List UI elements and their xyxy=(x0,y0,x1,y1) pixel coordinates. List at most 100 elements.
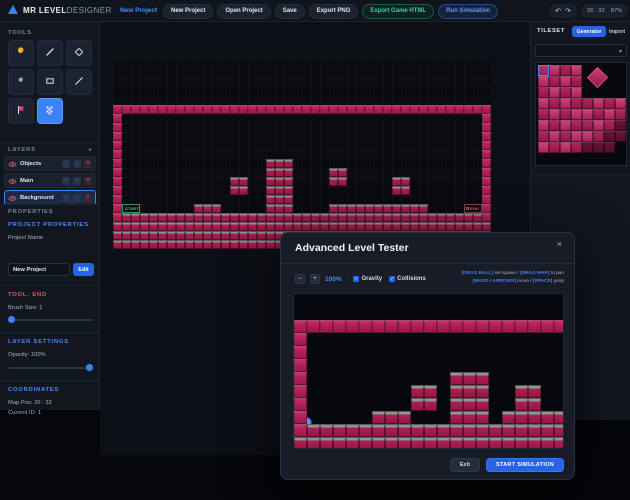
diamond-tile[interactable] xyxy=(586,66,609,89)
palette-tile[interactable] xyxy=(560,76,571,87)
palette-tile[interactable] xyxy=(538,142,549,153)
palette-tile[interactable] xyxy=(582,131,593,142)
layer-row-background[interactable]: Background ↑ ↓ ✕ xyxy=(4,190,96,205)
palette-tile[interactable] xyxy=(538,120,549,131)
toolbar-button-export-png[interactable]: Export PNG xyxy=(308,3,359,19)
layer-row-objects[interactable]: Objects ↑ ↓ ✕ xyxy=(4,156,96,171)
palette-tile[interactable] xyxy=(549,131,560,142)
palette-tile[interactable] xyxy=(593,131,604,142)
layer-down-button[interactable]: ↓ xyxy=(73,159,81,168)
palette-tile[interactable] xyxy=(538,131,549,142)
palette-tile[interactable] xyxy=(571,98,582,109)
tester-canvas[interactable] xyxy=(293,293,564,449)
redo-icon[interactable]: ↷ xyxy=(565,7,571,15)
project-name-input[interactable] xyxy=(8,263,70,276)
visibility-eye-icon[interactable] xyxy=(8,172,17,190)
tool-line-button[interactable] xyxy=(66,69,92,95)
palette-tile[interactable] xyxy=(582,98,593,109)
zoom-out-button[interactable]: − xyxy=(295,274,305,284)
palette-tile[interactable] xyxy=(549,142,560,153)
slider-knob[interactable] xyxy=(8,316,15,323)
palette-tile[interactable] xyxy=(538,65,549,76)
palette-tile[interactable] xyxy=(538,98,549,109)
palette-tile[interactable] xyxy=(582,109,593,120)
palette-tile[interactable] xyxy=(560,142,571,153)
palette-tile[interactable] xyxy=(615,98,626,109)
layer-down-button[interactable]: ↓ xyxy=(73,176,81,185)
layer-up-button[interactable]: ↑ xyxy=(62,176,70,185)
palette-tile[interactable] xyxy=(549,120,560,131)
palette-tile[interactable] xyxy=(538,109,549,120)
toolbar-button-save[interactable]: Save xyxy=(274,3,305,19)
palette-tile[interactable] xyxy=(560,65,571,76)
layer-delete-button[interactable]: ✕ xyxy=(84,176,92,185)
palette-tile[interactable] xyxy=(593,120,604,131)
tool-pencil-button[interactable] xyxy=(37,40,63,66)
palette-tile[interactable] xyxy=(593,98,604,109)
tile-palette[interactable] xyxy=(535,62,627,166)
export-game-html-button[interactable]: Export Game HTML xyxy=(362,3,435,19)
opacity-slider[interactable] xyxy=(8,364,93,372)
palette-tile[interactable] xyxy=(571,131,582,142)
tool-paint-bucket-button[interactable] xyxy=(8,40,34,66)
palette-tile[interactable] xyxy=(582,120,593,131)
palette-tile[interactable] xyxy=(604,131,615,142)
tool-rectangle-button[interactable] xyxy=(37,69,63,95)
palette-tile[interactable] xyxy=(549,109,560,120)
layer-delete-button[interactable]: ✕ xyxy=(84,193,92,202)
brush-size-slider[interactable] xyxy=(8,316,93,324)
tileset-generator-button[interactable]: Generator xyxy=(572,26,606,37)
palette-tile[interactable] xyxy=(571,142,582,153)
tileset-dropdown[interactable]: ▾ xyxy=(535,44,627,57)
palette-tile[interactable] xyxy=(571,87,582,98)
current-project-label[interactable]: New Project xyxy=(120,7,157,14)
tool-start-flag-button[interactable] xyxy=(8,98,34,124)
run-simulation-button[interactable]: Run Simulation xyxy=(438,3,499,19)
tileset-import-button[interactable]: Import xyxy=(609,26,625,37)
toolbar-button-open-project[interactable]: Open Project xyxy=(217,3,271,19)
layer-down-button[interactable]: ↓ xyxy=(73,193,81,202)
palette-tile[interactable] xyxy=(604,98,615,109)
checkbox-gravity[interactable]: ✓ Gravity xyxy=(353,276,382,282)
palette-tile[interactable] xyxy=(560,109,571,120)
layer-row-main[interactable]: Main ↑ ↓ ✕ xyxy=(4,173,96,188)
palette-tile[interactable] xyxy=(582,142,593,153)
slider-knob[interactable] xyxy=(86,364,93,371)
zoom-in-button[interactable]: + xyxy=(310,274,320,284)
close-icon[interactable]: × xyxy=(557,239,562,249)
palette-tile[interactable] xyxy=(615,109,626,120)
checkbox-collisions[interactable]: ✓ Collisions xyxy=(389,276,426,282)
visibility-eye-icon[interactable] xyxy=(8,155,17,173)
end-marker[interactable]: END xyxy=(464,204,482,213)
palette-tile[interactable] xyxy=(593,142,604,153)
exit-button[interactable]: Exit xyxy=(449,458,480,472)
toolbar-button-new-project[interactable]: New Project xyxy=(163,3,214,19)
palette-tile[interactable] xyxy=(571,65,582,76)
palette-tile[interactable] xyxy=(549,65,560,76)
tool-end-flag-button[interactable] xyxy=(37,98,63,124)
palette-tile[interactable] xyxy=(604,109,615,120)
layer-delete-button[interactable]: ✕ xyxy=(84,159,92,168)
palette-tile[interactable] xyxy=(560,98,571,109)
layer-up-button[interactable]: ↑ xyxy=(62,193,70,202)
palette-tile[interactable] xyxy=(593,109,604,120)
palette-tile[interactable] xyxy=(615,131,626,142)
palette-tile[interactable] xyxy=(604,120,615,131)
palette-tile[interactable] xyxy=(604,142,615,153)
layer-up-button[interactable]: ↑ xyxy=(62,159,70,168)
undo-icon[interactable]: ↶ xyxy=(555,7,561,15)
palette-tile[interactable] xyxy=(549,76,560,87)
palette-tile[interactable] xyxy=(538,76,549,87)
level-map[interactable]: START END xyxy=(113,60,491,249)
palette-tile[interactable] xyxy=(571,109,582,120)
palette-tile[interactable] xyxy=(549,87,560,98)
palette-tile[interactable] xyxy=(560,87,571,98)
palette-tile[interactable] xyxy=(615,120,626,131)
palette-tile[interactable] xyxy=(571,120,582,131)
palette-tile[interactable] xyxy=(571,76,582,87)
palette-tile[interactable] xyxy=(538,87,549,98)
palette-tile[interactable] xyxy=(560,120,571,131)
add-layer-button[interactable]: + xyxy=(88,147,92,154)
tool-eraser-button[interactable] xyxy=(66,40,92,66)
start-simulation-button[interactable]: START SIMULATION xyxy=(485,458,564,472)
